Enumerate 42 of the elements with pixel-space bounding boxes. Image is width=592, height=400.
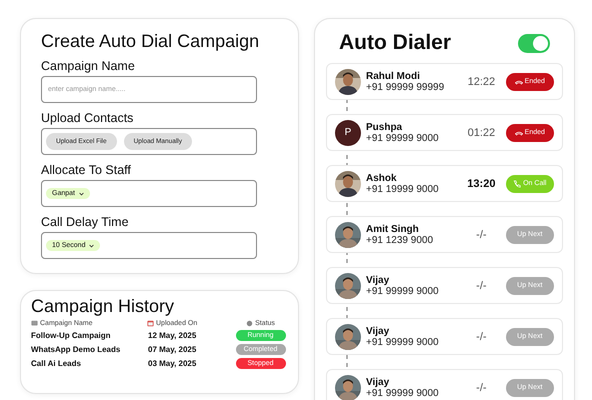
- phone-number: +91 1239 9000: [366, 234, 434, 246]
- chevron-icon: [89, 244, 94, 248]
- hang-up-icon: [514, 130, 523, 136]
- dialer-title: Auto Dialer: [339, 31, 452, 55]
- field-label: Upload Contacts: [41, 111, 134, 125]
- contact-name: Pushpa: [366, 122, 404, 132]
- table-cell-text: 12 May, 2025: [147, 331, 198, 340]
- phone-number: +91 99999 9000: [366, 286, 440, 296]
- call-duration: -/-: [475, 280, 488, 292]
- table-cell-text: Follow-Up Campaign: [31, 331, 112, 340]
- phone-number: +91 19999 9000: [366, 184, 440, 194]
- call-duration: 12:22: [466, 76, 496, 88]
- call-duration: 01:22: [466, 126, 496, 138]
- hang-up-icon: [514, 78, 523, 84]
- history-title: Campaign History: [31, 296, 176, 317]
- field-label: Call Delay Time: [41, 215, 130, 229]
- form-title: Create Auto Dial Campaign: [41, 31, 260, 52]
- contact-name: Ashok: [366, 172, 398, 184]
- call-duration: -/-: [475, 330, 488, 342]
- phone-number: +91 99999 9000: [366, 388, 440, 398]
- call-duration: 13:20: [466, 178, 496, 190]
- chevron-icon: [78, 192, 84, 196]
- contact-name: Vijay: [366, 326, 390, 336]
- contact-name: Amit Singh: [366, 224, 420, 234]
- call-duration: -/-: [475, 382, 488, 394]
- table-cell-text: Call Ai Leads: [31, 359, 82, 368]
- phone-number: +91 99999 99999: [366, 82, 446, 92]
- toggle-switch[interactable]: [518, 34, 550, 52]
- field-label: Allocate To Staff: [41, 163, 132, 177]
- contact-name: Vijay: [366, 274, 390, 286]
- phone-number: +91 99999 9000: [366, 336, 440, 348]
- phone-number: +91 99999 9000: [366, 132, 440, 144]
- contact-name: Rahul Modi: [366, 70, 421, 82]
- table-cell-text: 03 May, 2025: [147, 359, 198, 368]
- field-label: Campaign Name: [41, 59, 136, 73]
- table-cell-text: 07 May, 2025: [147, 345, 198, 354]
- phone-icon: [513, 180, 522, 188]
- table-cell-text: WhatsApp Demo Leads: [31, 345, 122, 354]
- calendar-icon: [147, 320, 154, 327]
- call-duration: -/-: [475, 228, 488, 240]
- avatar: P: [335, 120, 361, 146]
- contact-name: Vijay: [366, 376, 390, 388]
